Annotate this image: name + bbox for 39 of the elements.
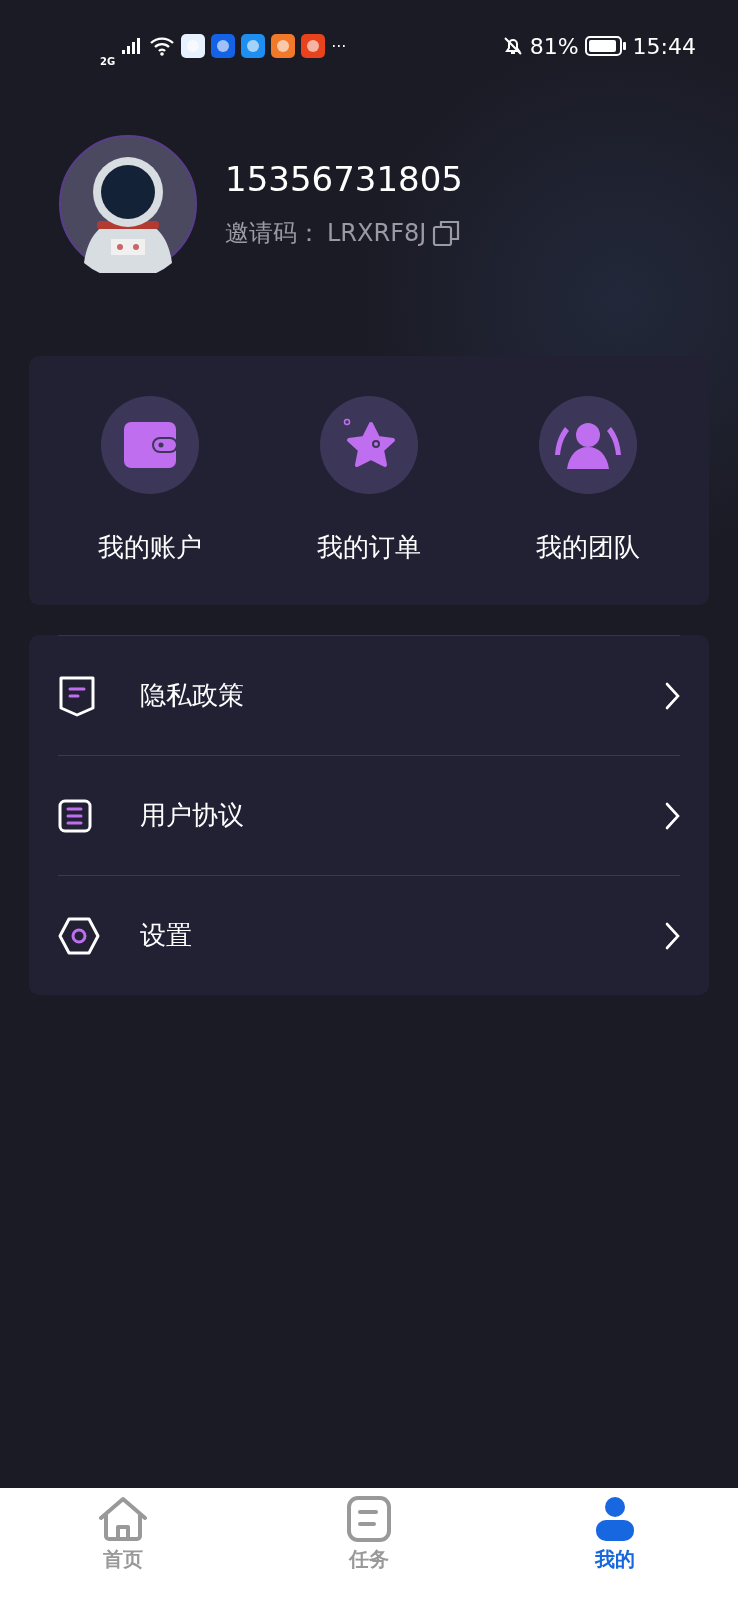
menu-item[interactable]: 用户协议 xyxy=(58,755,680,875)
app-notification-icon xyxy=(301,34,326,58)
list-icon xyxy=(58,798,92,833)
settings-icon xyxy=(58,916,100,955)
copy-icon[interactable] xyxy=(432,219,461,247)
shortcut-label: 我的团队 xyxy=(535,531,640,564)
chevron-right-icon xyxy=(664,921,680,950)
wallet-icon xyxy=(124,422,177,468)
app-notification-icon xyxy=(241,34,266,58)
battery-icon xyxy=(584,35,627,57)
person-icon xyxy=(596,1496,634,1542)
muted-bell-icon xyxy=(501,35,524,57)
app-notification-icon xyxy=(271,34,296,58)
menu-label: 设置 xyxy=(140,919,193,952)
invite-code: LRXRF8J xyxy=(327,219,427,247)
shortcut-item[interactable]: 我的订单 xyxy=(279,396,459,565)
shortcut-label: 我的账户 xyxy=(98,531,203,564)
battery-percent: 81% xyxy=(529,33,579,59)
clock: 15:44 xyxy=(632,33,696,59)
chevron-right-icon xyxy=(664,801,680,830)
app-notification-icon xyxy=(181,34,206,58)
shortcut-item[interactable]: 我的账户 xyxy=(60,396,241,565)
menu-label: 用户协议 xyxy=(140,799,245,832)
task-icon xyxy=(347,1496,391,1542)
menu-item[interactable]: 设置 xyxy=(58,875,680,995)
home-icon xyxy=(97,1496,149,1542)
chevron-right-icon xyxy=(664,681,680,710)
shortcut-label: 我的订单 xyxy=(317,531,421,564)
phone-number: 15356731805 xyxy=(225,159,463,199)
app-notification-icon xyxy=(211,34,236,58)
tab[interactable]: 我的 xyxy=(555,1496,675,1600)
wifi-icon xyxy=(149,36,176,56)
team-icon xyxy=(554,421,621,469)
network-type: 2G xyxy=(100,55,116,67)
shortcut-item[interactable]: 我的团队 xyxy=(497,396,678,565)
document-icon xyxy=(58,674,96,717)
invite-label: 邀请码： xyxy=(225,218,321,249)
more-notifications: ··· xyxy=(331,36,347,56)
menu-label: 隐私政策 xyxy=(140,679,245,712)
